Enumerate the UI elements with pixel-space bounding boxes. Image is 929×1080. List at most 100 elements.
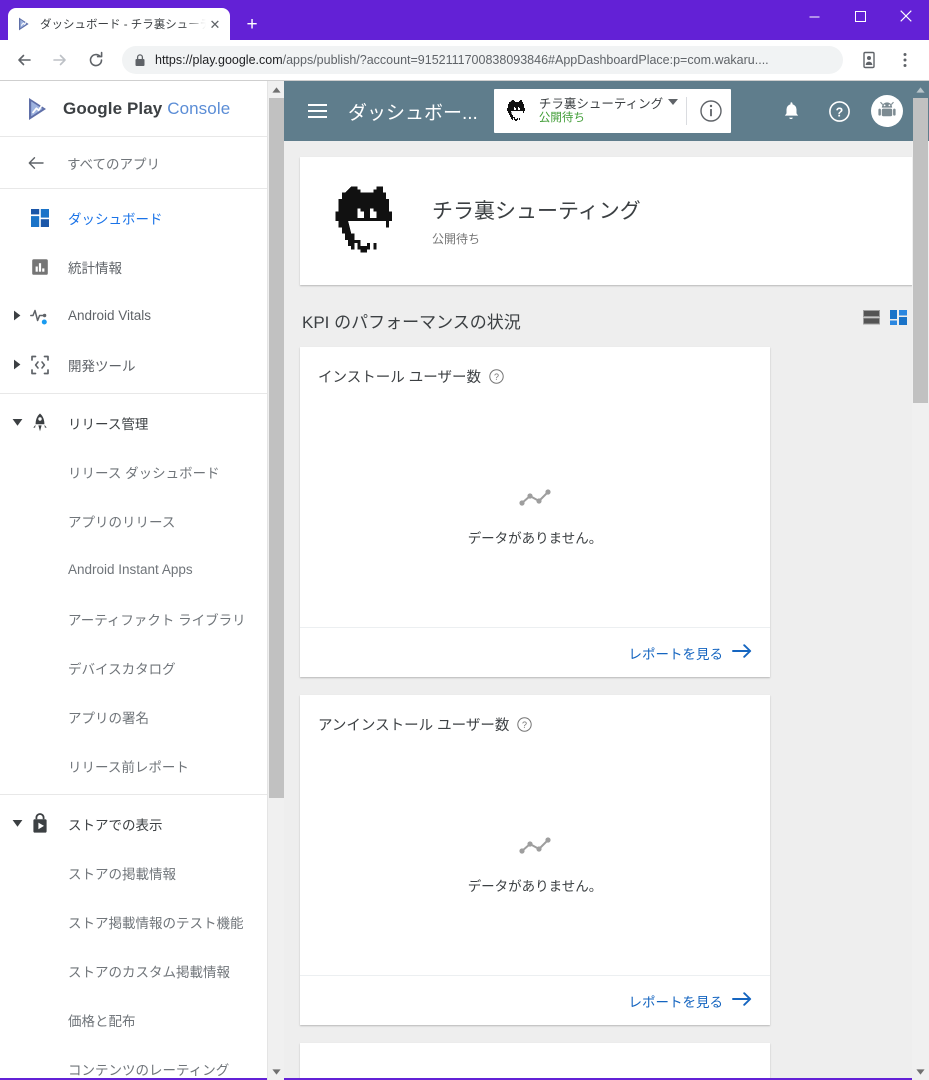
page-title: ダッシュボー... bbox=[348, 102, 478, 124]
toolbar-right-actions bbox=[851, 45, 923, 75]
scroll-down-arrow-icon[interactable] bbox=[912, 1063, 929, 1080]
sidebar-subitem-label: リリース ダッシュボード bbox=[68, 465, 220, 481]
sidebar-subitem-label: ストアの掲載情報 bbox=[68, 866, 176, 882]
chevron-right-icon[interactable] bbox=[6, 310, 28, 321]
url-host: https://play.google.com bbox=[155, 53, 283, 67]
app-header-name: チラ裏シューティング bbox=[432, 200, 641, 223]
kpi-section-title: KPI のパフォーマンスの状況 bbox=[302, 312, 521, 332]
browser-menu-button[interactable] bbox=[890, 45, 920, 75]
sidebar-item-dev-tools[interactable]: 開発ツール bbox=[0, 340, 284, 389]
arrow-left-icon bbox=[26, 153, 48, 173]
chevron-down-icon[interactable] bbox=[6, 418, 28, 427]
sidebar-item-app-releases[interactable]: アプリのリリース bbox=[0, 496, 284, 545]
brand-title: Google Play Console bbox=[63, 99, 230, 119]
main-region: ダッシュボー... チラ裏シューティング 公開待ち ? チラ裏シューティング 公… bbox=[284, 81, 929, 1080]
bar-chart-icon bbox=[28, 255, 52, 279]
scroll-down-arrow-icon[interactable] bbox=[268, 1063, 284, 1080]
grid-view-toggle[interactable] bbox=[890, 310, 907, 330]
minimize-button[interactable] bbox=[791, 0, 837, 32]
sidebar-subitem-label: アプリのリリース bbox=[68, 514, 176, 530]
sidebar-item-release-management[interactable]: リリース管理 bbox=[0, 398, 284, 447]
forward-button[interactable] bbox=[45, 45, 75, 75]
app-selector-chip[interactable]: チラ裏シューティング 公開待ち bbox=[493, 89, 732, 133]
save-to-account-icon[interactable] bbox=[854, 45, 884, 75]
reload-button[interactable] bbox=[81, 45, 111, 75]
close-icon[interactable]: ✕ bbox=[206, 15, 224, 33]
sidebar-item-artifact-library[interactable]: アーティファクト ライブラリ bbox=[0, 594, 284, 643]
sidebar-item-android-vitals[interactable]: Android Vitals bbox=[0, 291, 284, 340]
app-bar-actions: ? bbox=[769, 89, 929, 133]
sidebar-item-store-presence-label: ストアでの表示 bbox=[68, 817, 163, 833]
sidebar-subitem-label: Android Instant Apps bbox=[68, 562, 193, 577]
view-report-label: レポートを見る bbox=[628, 646, 724, 662]
dashboard-content: チラ裏シューティング 公開待ち KPI のパフォーマンスの状況 インストール ユ… bbox=[284, 141, 929, 1080]
code-brackets-icon bbox=[28, 353, 52, 377]
sidebar-item-pre-launch-report[interactable]: リリース前レポート bbox=[0, 741, 284, 790]
sidebar-item-all-apps-label: すべてのアプリ bbox=[67, 156, 161, 172]
kpi-card-empty-state: データがありません。 bbox=[300, 405, 770, 627]
kpi-card-empty-text: データがありません。 bbox=[467, 878, 603, 894]
kpi-card-next-partial bbox=[300, 1043, 770, 1080]
kpi-card-empty-state: データがありません。 bbox=[300, 753, 770, 975]
view-report-link[interactable]: レポートを見る bbox=[629, 643, 753, 663]
scroll-up-arrow-icon[interactable] bbox=[268, 81, 284, 98]
sidebar-item-all-apps[interactable]: すべてのアプリ bbox=[0, 137, 284, 189]
help-circle-icon[interactable]: ? bbox=[517, 716, 533, 732]
app-header-status: 公開待ち bbox=[432, 232, 481, 246]
browser-tab[interactable]: ダッシュボード - チラ裏シューティング - ✕ bbox=[8, 8, 230, 40]
google-play-console-favicon bbox=[17, 16, 33, 32]
sidebar-item-app-signing[interactable]: アプリの署名 bbox=[0, 692, 284, 741]
tab-title: ダッシュボード - チラ裏シューティング - bbox=[40, 19, 206, 31]
address-bar[interactable]: https://play.google.com/apps/publish/?ac… bbox=[122, 46, 843, 74]
sidebar-item-android-instant-apps[interactable]: Android Instant Apps bbox=[0, 545, 284, 594]
sidebar-item-dashboard[interactable]: ▶ ダッシュボード bbox=[0, 193, 284, 242]
chevron-down-icon[interactable] bbox=[668, 99, 679, 105]
view-report-link[interactable]: レポートを見る bbox=[629, 991, 753, 1011]
window-close-button[interactable] bbox=[883, 0, 929, 32]
app-chip-name: チラ裏シューティング bbox=[538, 97, 664, 112]
help-circle-icon[interactable]: ? bbox=[489, 368, 504, 384]
info-circle-icon[interactable] bbox=[691, 89, 731, 133]
maximize-button[interactable] bbox=[837, 0, 883, 32]
app-bar: ダッシュボー... チラ裏シューティング 公開待ち ? bbox=[284, 81, 929, 141]
back-button[interactable] bbox=[9, 45, 39, 75]
sidebar-item-store-listing[interactable]: ストアの掲載情報 bbox=[0, 848, 284, 897]
main-scrollbar-thumb[interactable] bbox=[913, 98, 928, 403]
sidebar-item-pricing-distribution[interactable]: 価格と配布 bbox=[0, 995, 284, 1044]
chevron-down-icon[interactable] bbox=[6, 819, 28, 828]
sidebar-item-statistics[interactable]: ▶ 統計情報 bbox=[0, 242, 284, 291]
sidebar-item-content-rating[interactable]: コンテンツのレーティング bbox=[0, 1044, 284, 1080]
window-controls bbox=[791, 0, 929, 32]
kpi-section-header: KPI のパフォーマンスの状況 bbox=[300, 301, 913, 339]
sidebar-item-custom-store-listing[interactable]: ストアのカスタム掲載情報 bbox=[0, 946, 284, 995]
sidebar-item-store-listing-experiments[interactable]: ストア掲載情報のテスト機能 bbox=[0, 897, 284, 946]
sidebar-subitem-label: 価格と配布 bbox=[68, 1013, 136, 1029]
sidebar: Google Play Console すべてのアプリ ▶ bbox=[0, 81, 284, 1080]
brand-header[interactable]: Google Play Console bbox=[0, 81, 284, 137]
new-tab-button[interactable]: + bbox=[238, 10, 266, 38]
view-report-label: レポートを見る bbox=[628, 994, 724, 1010]
scroll-up-arrow-icon[interactable] bbox=[912, 81, 929, 98]
sidebar-item-device-catalog[interactable]: デバイスカタログ bbox=[0, 643, 284, 692]
sidebar-scrollbar-thumb[interactable] bbox=[269, 98, 284, 798]
chevron-right-icon[interactable] bbox=[6, 359, 28, 370]
kpi-card-uninstalls: アンインストール ユーザー数 ? データがありません。 レポートを見る bbox=[300, 695, 770, 1025]
sidebar-scrollbar[interactable] bbox=[267, 81, 284, 1080]
main-scrollbar[interactable] bbox=[912, 81, 929, 1080]
page-body: Google Play Console すべてのアプリ ▶ bbox=[0, 81, 929, 1080]
brand-title-bold: Google Play bbox=[63, 98, 163, 118]
hamburger-menu-icon[interactable] bbox=[300, 94, 334, 128]
tab-strip: ダッシュボード - チラ裏シューティング - ✕ + bbox=[0, 0, 929, 40]
sidebar-item-release-dashboard[interactable]: リリース ダッシュボード bbox=[0, 447, 284, 496]
sidebar-subitem-label: アーティファクト ライブラリ bbox=[68, 612, 246, 628]
svg-text:?: ? bbox=[494, 372, 499, 382]
list-view-toggle[interactable] bbox=[863, 310, 880, 330]
bell-icon[interactable] bbox=[769, 89, 813, 133]
svg-text:?: ? bbox=[835, 105, 843, 119]
kpi-card-empty-text: データがありません。 bbox=[467, 530, 603, 546]
help-circle-icon[interactable]: ? bbox=[817, 89, 861, 133]
account-avatar-button[interactable] bbox=[865, 89, 909, 133]
lock-icon bbox=[134, 53, 146, 67]
url-path: /apps/publish/?account=91521117008380938… bbox=[282, 53, 769, 67]
sidebar-item-store-presence[interactable]: ストアでの表示 bbox=[0, 799, 284, 848]
